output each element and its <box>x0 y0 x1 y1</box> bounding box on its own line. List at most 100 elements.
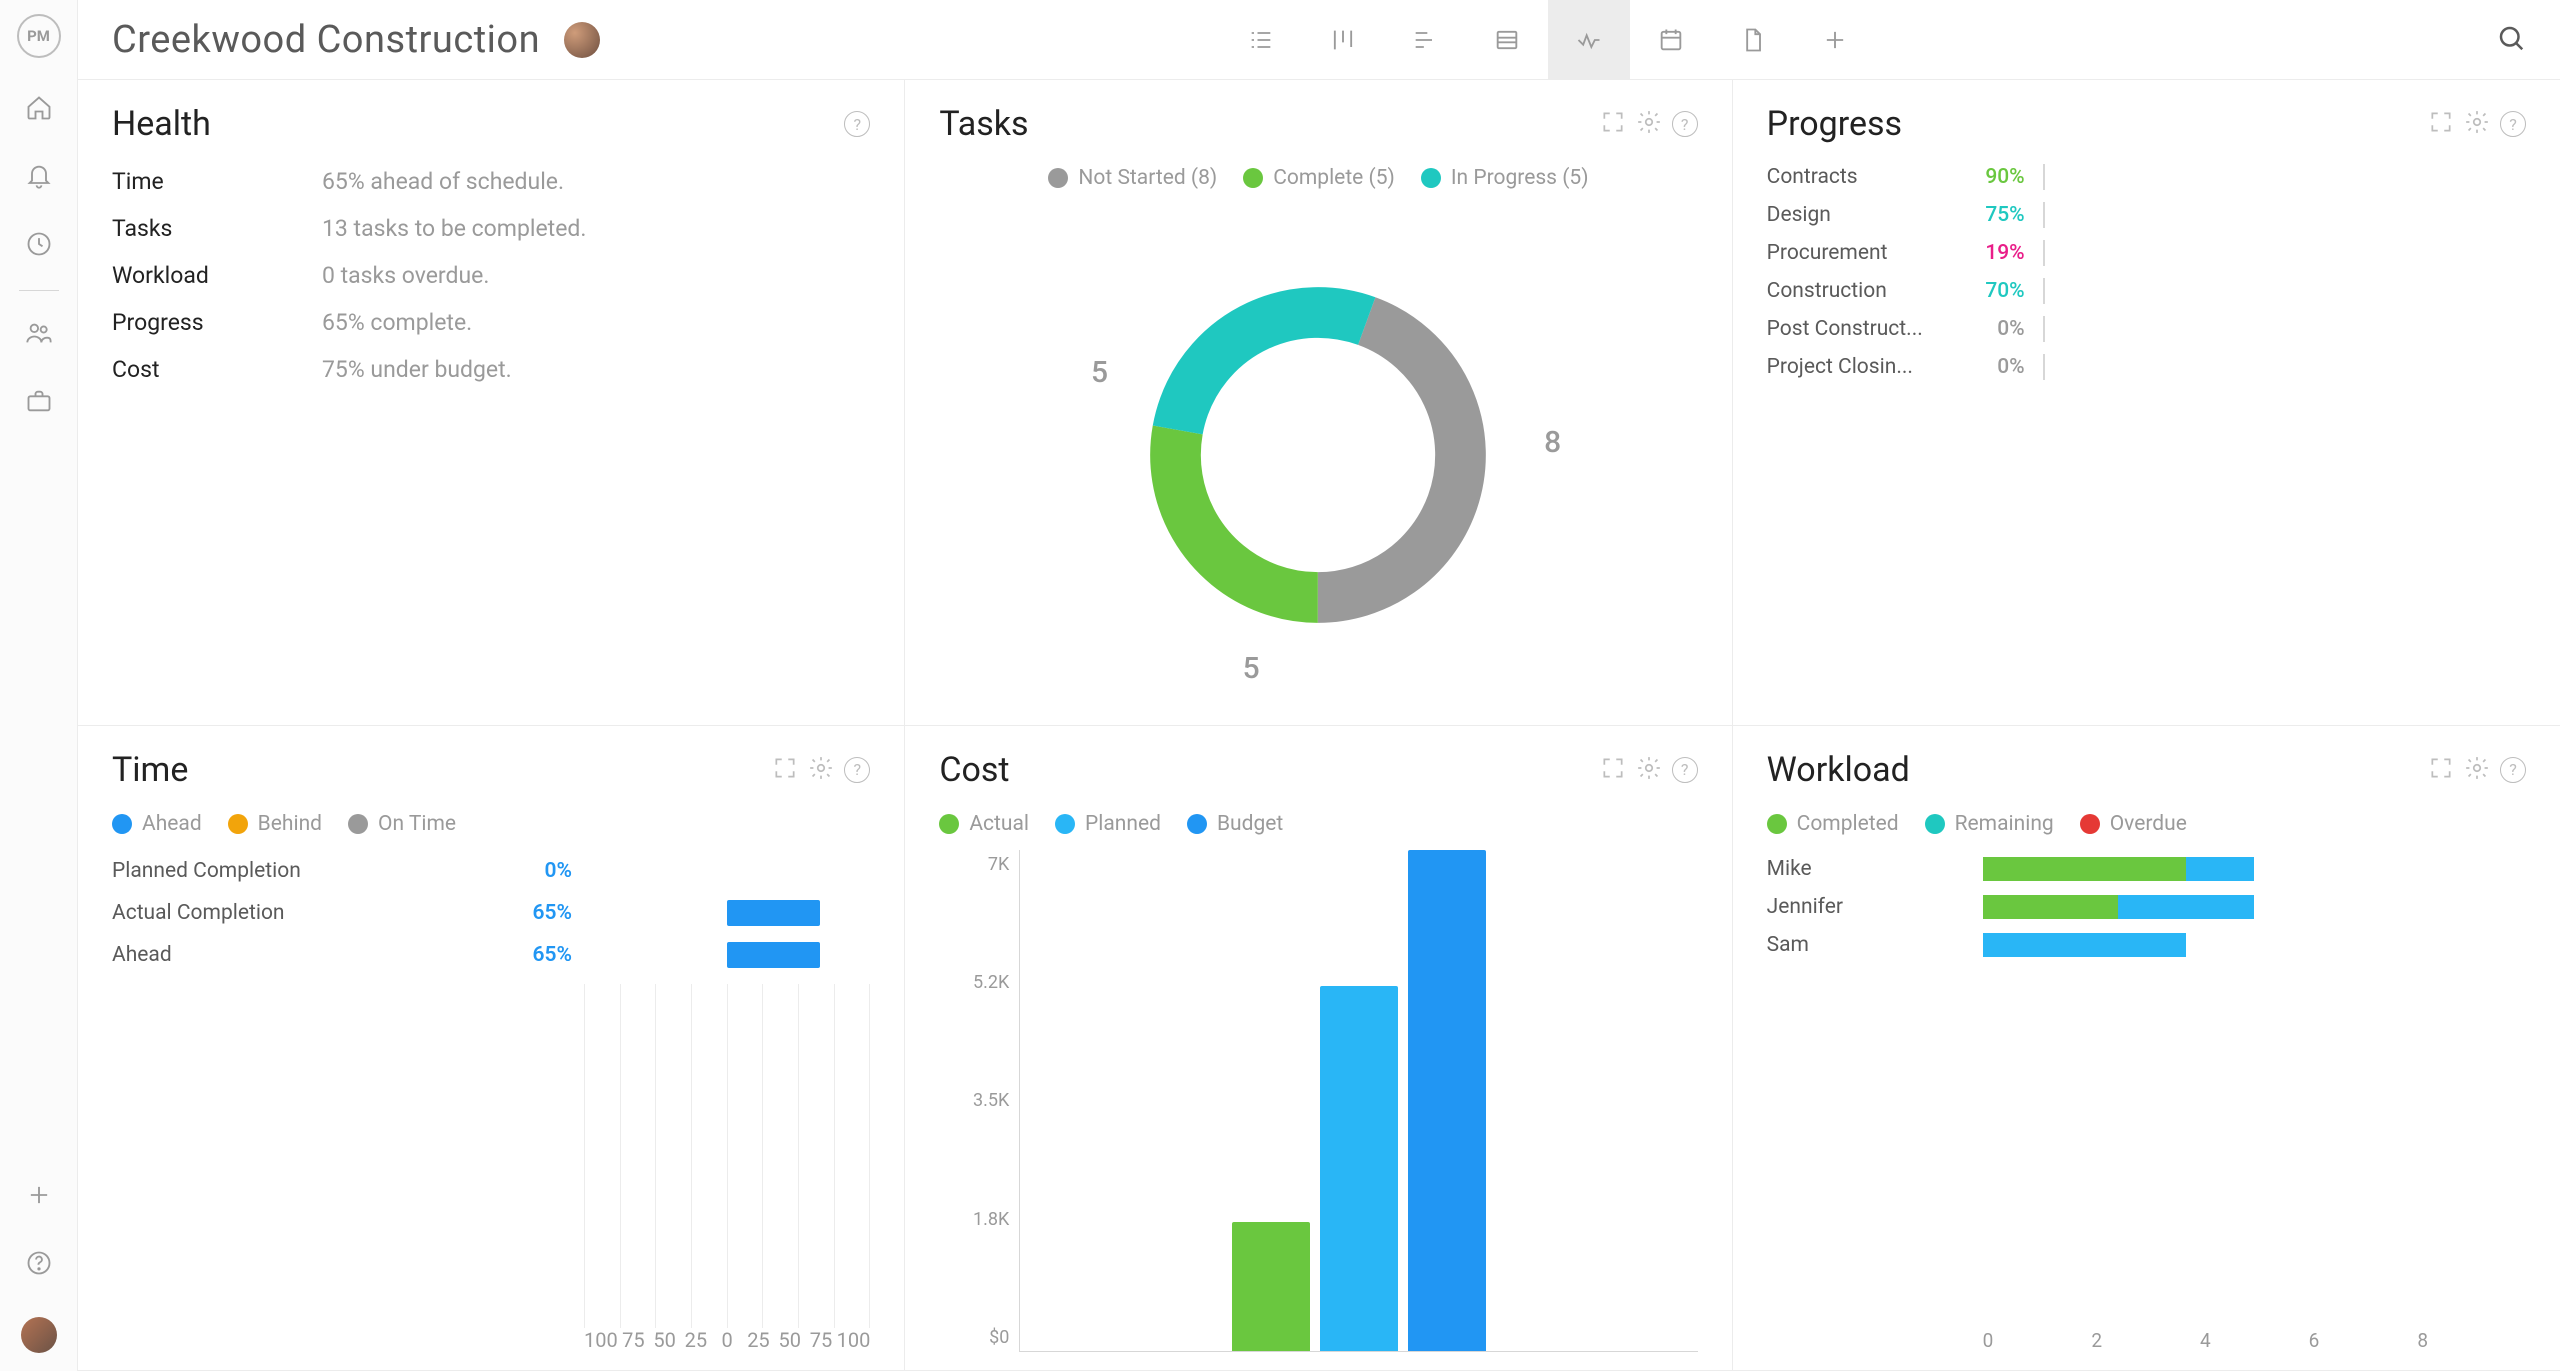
legend-item[interactable]: Completed <box>1767 812 1899 836</box>
bell-icon[interactable] <box>25 162 53 194</box>
time-rows: Planned Completion 0% Actual Completion … <box>112 850 870 976</box>
legend-label: Overdue <box>2110 812 2187 836</box>
workload-rows: Mike Jennifer Sam <box>1767 850 2526 964</box>
tab-file[interactable] <box>1712 0 1794 80</box>
add-icon[interactable] <box>25 1181 53 1213</box>
axis-tick: 4 <box>2200 1329 2309 1352</box>
time-percent: 0% <box>492 859 572 883</box>
tab-board[interactable] <box>1302 0 1384 80</box>
app-logo[interactable]: PM <box>17 14 61 58</box>
time-legend: Ahead Behind On Time <box>112 812 870 836</box>
time-label: Planned Completion <box>112 859 492 883</box>
briefcase-icon[interactable] <box>25 387 53 419</box>
workload-segment <box>2186 857 2254 881</box>
axis-tick: 50 <box>774 1328 805 1352</box>
axis-tick: 50 <box>649 1328 680 1352</box>
legend-item[interactable]: Actual <box>939 812 1029 836</box>
time-axis: 1007550250255075100 <box>112 1328 870 1352</box>
legend-item[interactable]: Not Started (8) <box>1048 166 1217 190</box>
tab-table[interactable] <box>1466 0 1548 80</box>
axis-tick: 25 <box>743 1328 774 1352</box>
workload-bar-bed <box>1983 857 2526 881</box>
help-icon[interactable]: ? <box>1672 757 1698 783</box>
legend-item[interactable]: Behind <box>228 812 322 836</box>
tab-list[interactable] <box>1220 0 1302 80</box>
progress-label: Design <box>1767 203 1937 227</box>
legend-item[interactable]: Ahead <box>112 812 202 836</box>
progress-bar-bed <box>2043 204 2526 226</box>
legend-item[interactable]: On Time <box>348 812 456 836</box>
progress-bar-bed <box>2043 356 2526 378</box>
progress-percent: 0% <box>1955 355 2025 379</box>
axis-tick: 8 <box>2417 1329 2526 1352</box>
current-user-avatar[interactable] <box>21 1317 57 1353</box>
workload-segment <box>1983 857 2187 881</box>
search-icon[interactable] <box>2496 23 2526 57</box>
health-label: Time <box>112 168 322 195</box>
legend-dot <box>2080 814 2100 834</box>
gear-icon[interactable] <box>808 755 834 785</box>
tab-gantt[interactable] <box>1384 0 1466 80</box>
legend-item[interactable]: Remaining <box>1925 812 2054 836</box>
legend-dot <box>348 814 368 834</box>
legend-item[interactable]: Overdue <box>2080 812 2187 836</box>
legend-label: Planned <box>1085 812 1161 836</box>
time-percent: 65% <box>492 901 572 925</box>
workload-label: Jennifer <box>1767 895 1967 919</box>
legend-item[interactable]: Planned <box>1055 812 1161 836</box>
legend-item[interactable]: In Progress (5) <box>1421 166 1589 190</box>
time-row: Ahead 65% <box>112 934 870 976</box>
legend-label: Completed <box>1797 812 1899 836</box>
side-rail: PM <box>0 0 78 1371</box>
legend-item[interactable]: Complete (5) <box>1243 166 1395 190</box>
legend-label: Not Started (8) <box>1078 166 1217 190</box>
home-icon[interactable] <box>25 94 53 126</box>
help-icon[interactable]: ? <box>2500 757 2526 783</box>
health-row: Time 65% ahead of schedule. <box>112 158 870 205</box>
legend-label: Ahead <box>142 812 202 836</box>
health-value: 65% ahead of schedule. <box>322 168 564 195</box>
help-icon[interactable]: ? <box>844 111 870 137</box>
health-value: 65% complete. <box>322 309 472 336</box>
cost-chart: 7K5.2K3.5K1.8K$0 <box>939 850 1697 1353</box>
progress-label: Contracts <box>1767 165 1937 189</box>
gear-icon[interactable] <box>1636 755 1662 785</box>
expand-icon[interactable] <box>2428 109 2454 139</box>
tab-calendar[interactable] <box>1630 0 1712 80</box>
tab-add[interactable] <box>1794 0 1876 80</box>
expand-icon[interactable] <box>1600 109 1626 139</box>
project-avatar[interactable] <box>564 22 600 58</box>
progress-row: Contracts 90% <box>1767 158 2526 196</box>
expand-icon[interactable] <box>2428 755 2454 785</box>
axis-tick: 0 <box>712 1328 743 1352</box>
health-label: Tasks <box>112 215 322 242</box>
progress-percent: 19% <box>1955 241 2025 265</box>
progress-percent: 0% <box>1955 317 2025 341</box>
legend-label: Complete (5) <box>1273 166 1395 190</box>
help-icon[interactable]: ? <box>844 757 870 783</box>
gear-icon[interactable] <box>1636 109 1662 139</box>
legend-dot <box>1925 814 1945 834</box>
panel-title: Tasks <box>939 104 1028 144</box>
time-label: Actual Completion <box>112 901 492 925</box>
legend-item[interactable]: Budget <box>1187 812 1283 836</box>
gear-icon[interactable] <box>2464 109 2490 139</box>
legend-dot <box>1048 168 1068 188</box>
cost-y-axis: 7K5.2K3.5K1.8K$0 <box>939 850 1019 1353</box>
clock-icon[interactable] <box>25 230 53 262</box>
tab-dashboard[interactable] <box>1548 0 1630 80</box>
health-rows: Time 65% ahead of schedule. Tasks 13 tas… <box>112 158 870 393</box>
cost-bar-actual <box>1232 1222 1310 1351</box>
health-row: Workload 0 tasks overdue. <box>112 252 870 299</box>
help-icon[interactable] <box>25 1249 53 1281</box>
expand-icon[interactable] <box>772 755 798 785</box>
help-icon[interactable]: ? <box>1672 111 1698 137</box>
axis-tick: 2 <box>2091 1329 2200 1352</box>
gear-icon[interactable] <box>2464 755 2490 785</box>
progress-bar-bed <box>2043 166 2526 188</box>
expand-icon[interactable] <box>1600 755 1626 785</box>
people-icon[interactable] <box>25 319 53 351</box>
help-icon[interactable]: ? <box>2500 111 2526 137</box>
axis-tick: 100 <box>584 1328 618 1352</box>
time-bar <box>727 900 820 926</box>
